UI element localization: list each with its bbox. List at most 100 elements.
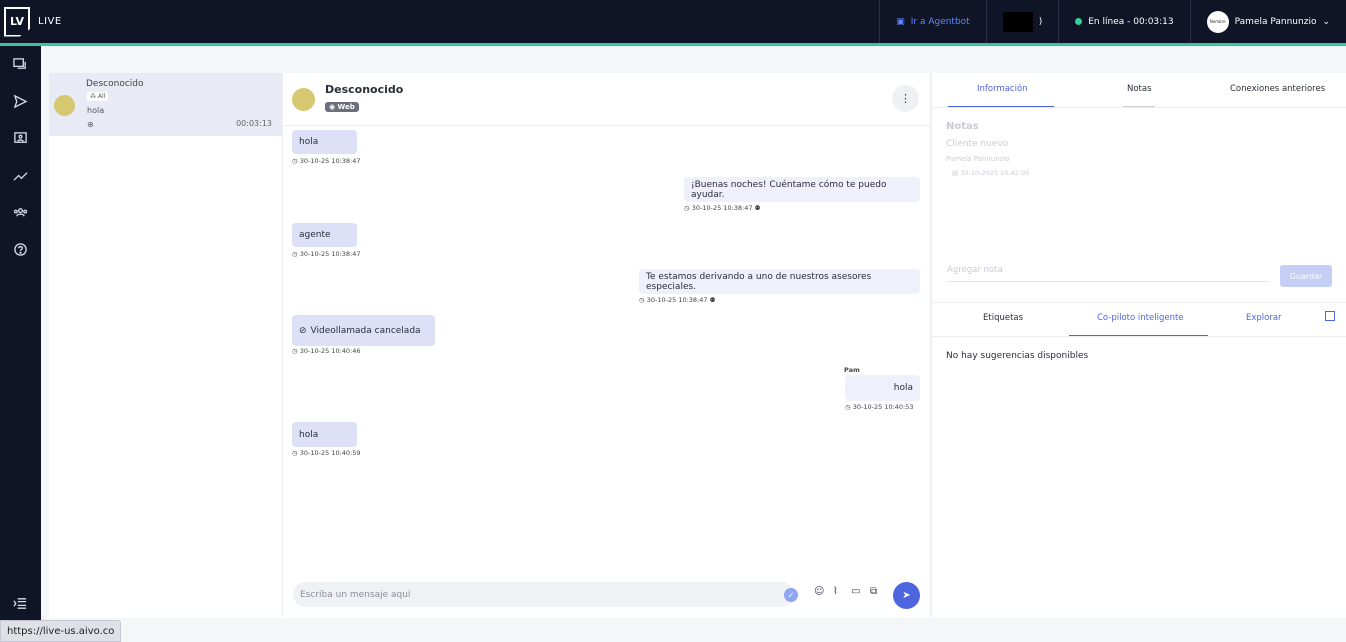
message-bubble: agente [292, 223, 357, 247]
tab-conexiones-anteriores[interactable]: Conexiones anteriores [1230, 84, 1325, 94]
clock-icon: ◷ [292, 157, 300, 165]
sidebar [0, 46, 41, 642]
chevron-down-icon: ⌄ [1322, 16, 1330, 27]
conversation-item[interactable]: Desconocido ⁂ All hola ⊕ 00:03:13 [49, 73, 282, 136]
window-icon[interactable]: ⧉ [870, 586, 877, 597]
user-avatar: Nombre [1206, 10, 1229, 33]
message-text: Te estamos derivando a uno de nuestros a… [646, 271, 872, 292]
message-bubble: Te estamos derivando a uno de nuestros a… [639, 269, 920, 294]
contact-name: Desconocido [325, 83, 404, 96]
message-timestamp: ◷ 30-10-25 10:38:47 ⚉ [684, 204, 760, 212]
message-time: 30-10-25 10:40:59 [299, 449, 361, 457]
top-right-controls: ▣ Ir a Agentbot ) En línea - 00:03:13 No… [879, 0, 1346, 43]
message-time: 30-10-25 10:38:47 [299, 157, 361, 165]
send-button[interactable]: ➤ [893, 582, 920, 609]
tab-informacion[interactable]: Información [977, 84, 1028, 94]
conversation-name: Desconocido [86, 79, 144, 89]
notes-title: Notas [946, 121, 979, 132]
message-bubble: hola [845, 375, 920, 401]
message-time: 30-10-25 10:40:46 [299, 347, 361, 355]
no-suggestions-text: No hay sugerencias disponibles [946, 351, 1089, 361]
go-to-agentbot-button[interactable]: ▣ Ir a Agentbot [879, 0, 986, 43]
message-timestamp: ◷ 30-10-25 10:40:46 [292, 347, 361, 355]
more-options-button[interactable]: ⋮ [892, 85, 919, 112]
segment-badge: ⁂ All [87, 92, 109, 101]
send-icon[interactable] [0, 83, 41, 120]
user-name: Pamela Pannunzio [1234, 16, 1317, 27]
online-status-icon [1075, 18, 1083, 25]
last-message: hola [87, 106, 105, 115]
channel-label: Web [337, 103, 355, 111]
chat-header: Desconocido ◉ Web ⋮ [283, 73, 930, 126]
message-timestamp: ◷ 30-10-25 10:38:47 [292, 250, 361, 258]
video-off-icon: ⊘ [299, 325, 307, 336]
message-text: hola [893, 383, 913, 393]
clock-icon: ◷ [639, 296, 647, 304]
collapse-menu-icon[interactable] [0, 585, 41, 622]
section-divider [932, 302, 1346, 303]
monitor-icon[interactable] [0, 120, 41, 157]
message-text: hola [299, 137, 319, 147]
contact-avatar [54, 95, 75, 116]
message-input[interactable]: Escriba un mensaje aquí [293, 582, 794, 607]
attach-icon[interactable]: ⌇ [833, 586, 838, 597]
redacted-paren: ) [1038, 16, 1043, 27]
bot-icon: ⚉ [752, 204, 761, 212]
contact-avatar [292, 88, 315, 111]
message-bubble: hola [292, 422, 357, 447]
status-toggle[interactable]: En línea - 00:03:13 [1058, 0, 1189, 43]
note-title: Cliente nuevo [946, 139, 1009, 149]
stats-icon[interactable] [0, 157, 41, 194]
clock-icon: ◷ [845, 403, 853, 411]
calendar-icon: ▤ [952, 169, 961, 177]
message-text: agente [299, 230, 331, 240]
redacted-widget[interactable]: ) [985, 0, 1059, 43]
bot-icon: ⚉ [707, 296, 716, 304]
conversation-list: Desconocido ⁂ All hola ⊕ 00:03:13 [49, 73, 282, 618]
add-note-input[interactable]: Agregar nota [947, 265, 1269, 282]
send-icon: ➤ [902, 590, 911, 601]
segment-badge-label: All [97, 93, 106, 100]
redacted-box [1002, 11, 1033, 32]
tab-etiquetas[interactable]: Etiquetas [983, 313, 1023, 323]
kebab-icon: ⋮ [900, 92, 911, 105]
expand-icon[interactable] [1325, 311, 1335, 321]
logo-text: LIVE [38, 16, 62, 27]
agentbot-label: Ir a Agentbot [910, 16, 970, 27]
help-icon[interactable] [0, 231, 41, 268]
user-menu[interactable]: Nombre Pamela Pannunzio ⌄ [1189, 0, 1346, 43]
message-timestamp: ◷ 30-10-25 10:40:59 [292, 449, 361, 457]
logo-mark: LV [4, 6, 30, 37]
check-icon[interactable]: ✓ [784, 588, 798, 602]
note-date: ▤ 30-10-2025 10:42:05 [952, 169, 1029, 177]
message-text: hola [299, 429, 319, 440]
tab-notas[interactable]: Notas [1127, 84, 1152, 94]
note-date-text: 30-10-2025 10:42:05 [960, 169, 1030, 177]
channel-badge: ◉ Web [325, 102, 359, 112]
save-note-button[interactable]: Guardar [1280, 265, 1332, 287]
app-logo[interactable]: LV LIVE [4, 6, 62, 37]
message-text: Videollamada cancelada [310, 325, 421, 336]
web-icon: ◉ [329, 103, 338, 111]
bottom-tabs-divider [932, 336, 1346, 337]
clock-icon: ◷ [292, 449, 300, 457]
tab-explorar[interactable]: Explorar [1246, 313, 1282, 323]
clock-icon: ◷ [292, 250, 300, 258]
agentbot-icon: ▣ [896, 16, 905, 27]
chats-icon[interactable] [0, 46, 41, 83]
tabs-divider [932, 107, 1346, 108]
note-author: Pamela Pannunzio [946, 155, 1010, 163]
message-time: 30-10-25 10:40:53 [852, 403, 914, 411]
team-icon[interactable] [0, 194, 41, 231]
tab-copiloto[interactable]: Co-piloto inteligente [1097, 313, 1184, 323]
contact-info-panel: Información Notas Conexiones anteriores … [931, 73, 1346, 618]
message-timestamp: ◷ 30-10-25 10:38:47 [292, 157, 361, 165]
header-accent-line [0, 43, 1346, 46]
top-bar: LV LIVE ▣ Ir a Agentbot ) En línea - 00:… [0, 0, 1346, 43]
message-timestamp: ◷ 30-10-25 10:38:47 ⚉ [639, 296, 715, 304]
emoji-icon[interactable]: ☺ [814, 586, 824, 597]
video-icon[interactable]: ▭ [851, 586, 860, 597]
clock-icon: ◷ [292, 347, 300, 355]
globe-icon: ⊕ [87, 120, 94, 129]
message-timestamp: ◷ 30-10-25 10:40:53 [845, 403, 914, 411]
